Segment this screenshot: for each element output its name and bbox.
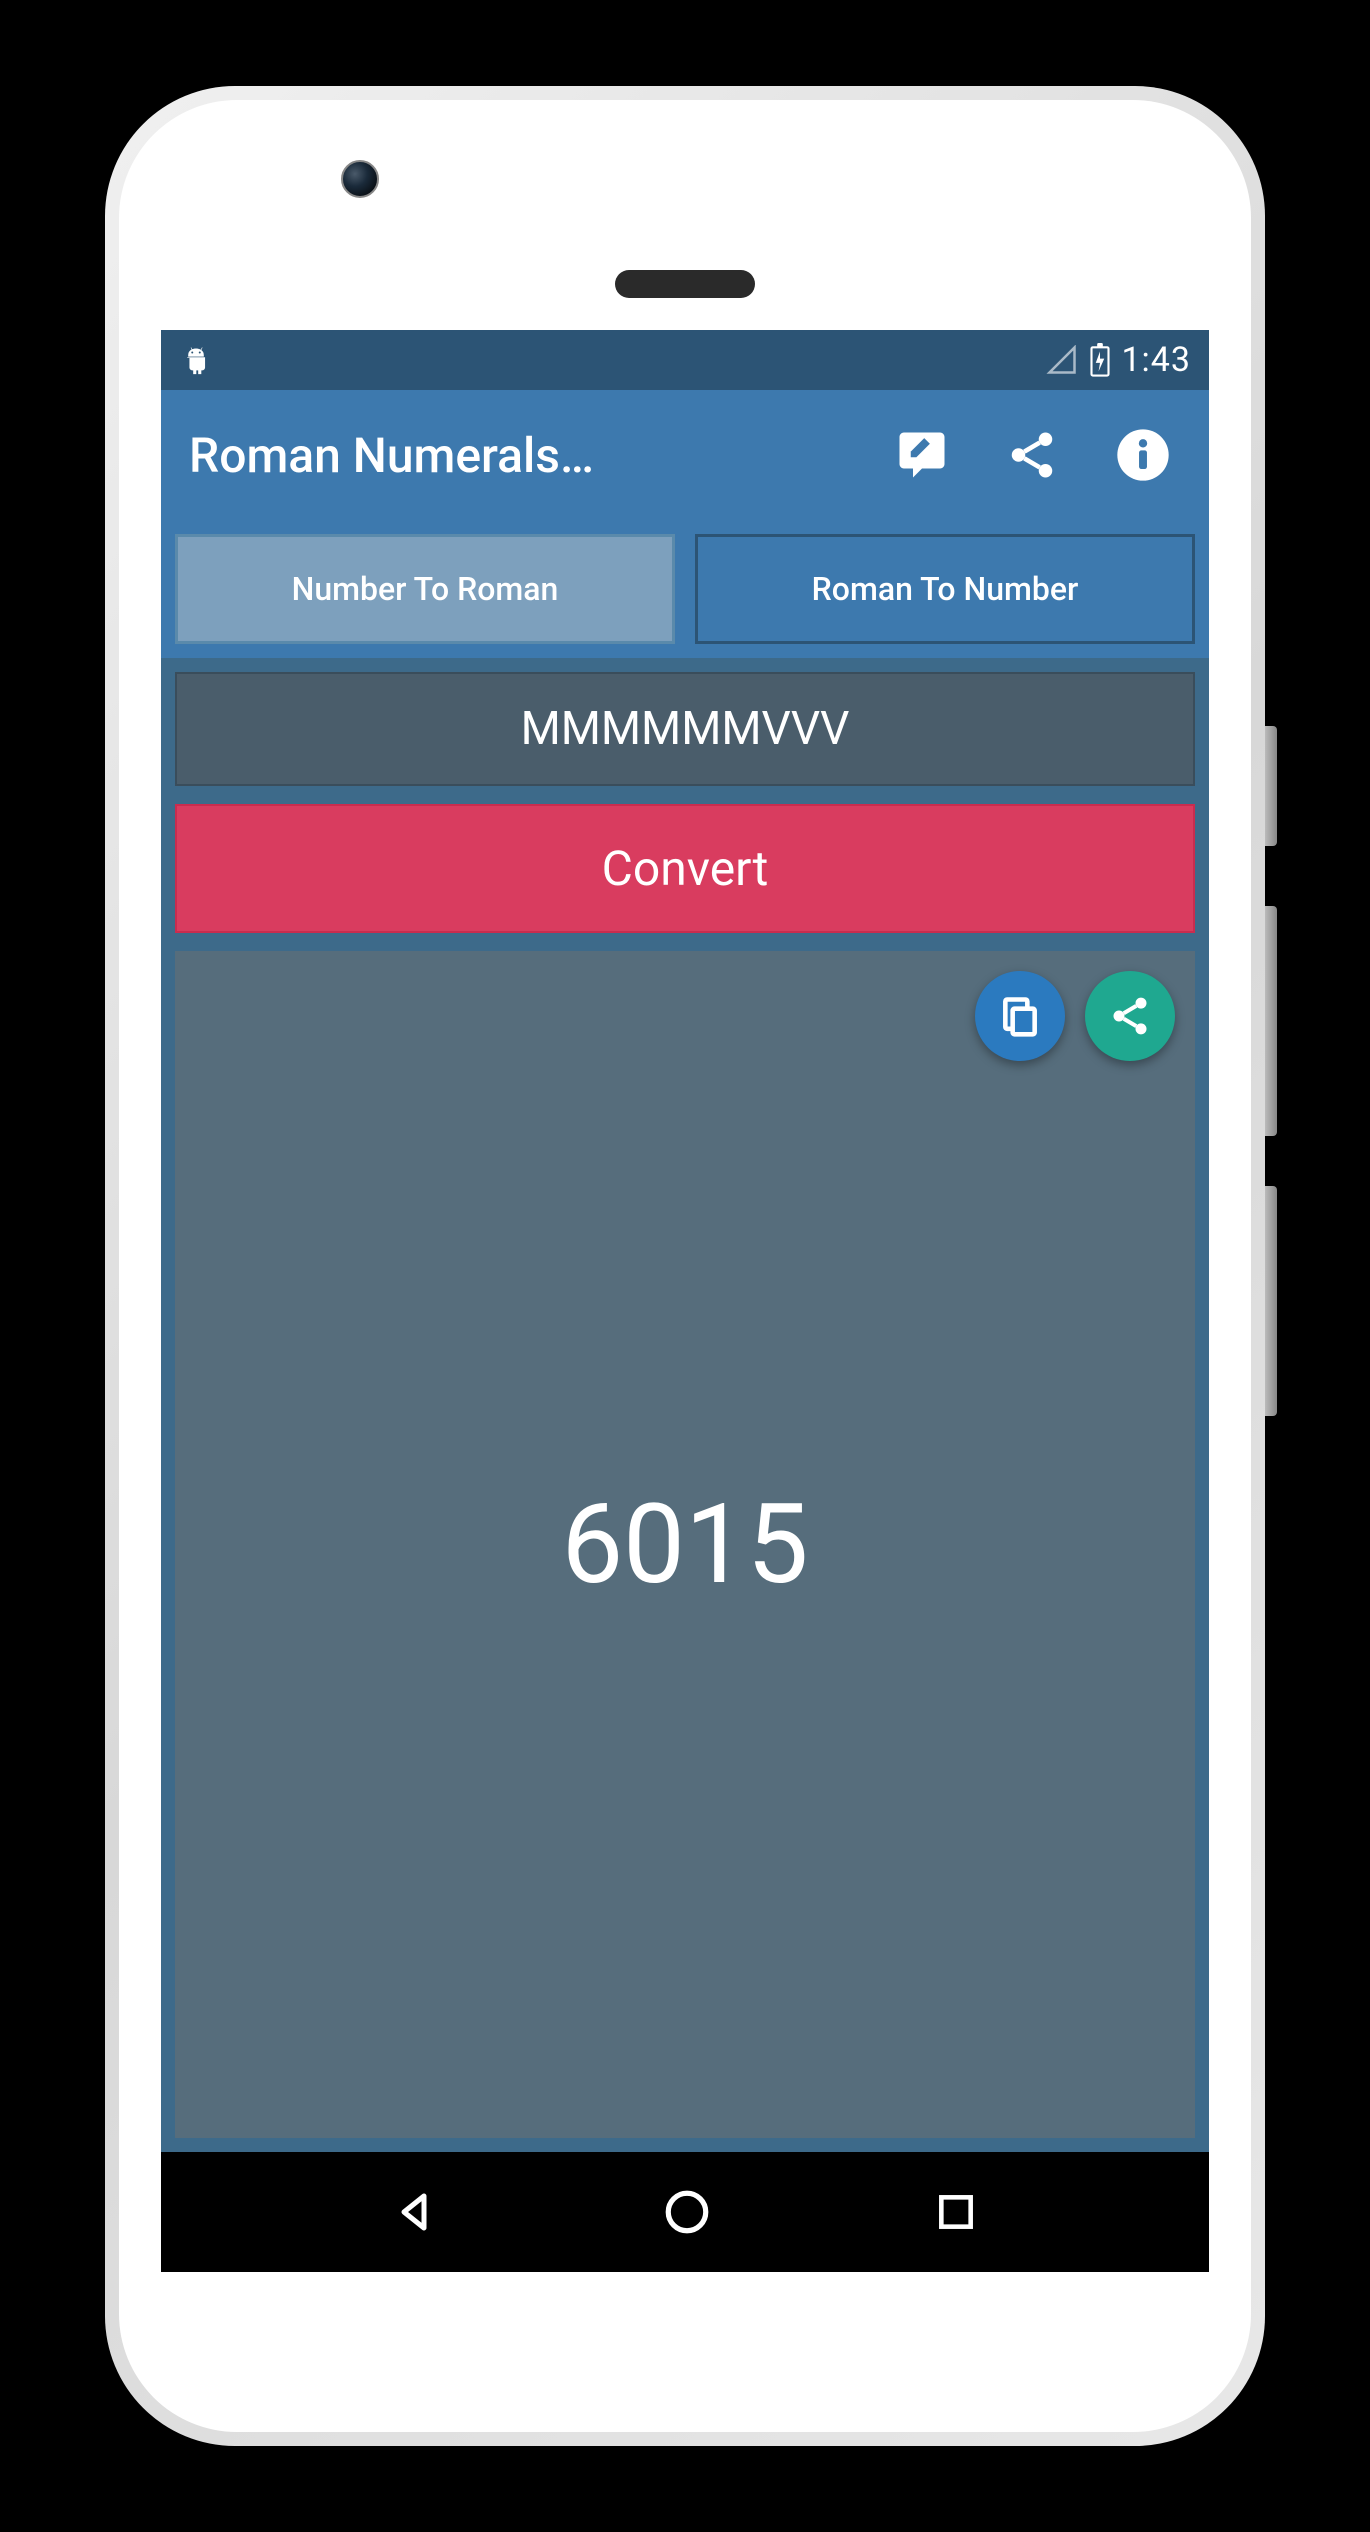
share-icon[interactable] bbox=[1005, 428, 1059, 482]
status-left bbox=[179, 345, 213, 375]
phone-volume-down bbox=[1265, 1186, 1277, 1416]
status-time: 1:43 bbox=[1121, 340, 1191, 380]
phone-speaker bbox=[615, 270, 755, 298]
app-bar: Roman Numerals… bbox=[161, 390, 1209, 520]
result-actions bbox=[975, 971, 1175, 1061]
screen: 1:43 Roman Numerals… bbox=[161, 330, 1209, 2272]
tab-number-to-roman[interactable]: Number To Roman bbox=[175, 534, 675, 644]
phone-volume-up bbox=[1265, 906, 1277, 1136]
status-bar: 1:43 bbox=[161, 330, 1209, 390]
result-value: 6015 bbox=[561, 1480, 808, 1609]
navigation-bar bbox=[161, 2152, 1209, 2272]
tab-label: Roman To Number bbox=[812, 570, 1079, 608]
share-icon bbox=[1108, 994, 1152, 1038]
share-result-button[interactable] bbox=[1085, 971, 1175, 1061]
android-icon bbox=[179, 345, 213, 375]
home-icon bbox=[662, 2187, 712, 2237]
nav-home-button[interactable] bbox=[662, 2187, 712, 2237]
input-value[interactable]: MMMMMMVVV bbox=[175, 672, 1195, 786]
back-icon bbox=[392, 2188, 440, 2236]
recents-icon bbox=[934, 2190, 978, 2234]
tab-roman-to-number[interactable]: Roman To Number bbox=[695, 534, 1195, 644]
phone-side-button bbox=[1265, 726, 1277, 846]
signal-icon bbox=[1045, 345, 1079, 375]
status-right: 1:43 bbox=[1045, 340, 1191, 380]
copy-icon bbox=[998, 994, 1042, 1038]
app-title: Roman Numerals… bbox=[189, 427, 885, 484]
nav-recents-button[interactable] bbox=[934, 2190, 978, 2234]
battery-icon bbox=[1089, 343, 1111, 377]
mode-tabs: Number To Roman Roman To Number bbox=[161, 520, 1209, 658]
phone-bezel: 1:43 Roman Numerals… bbox=[119, 100, 1251, 2432]
info-icon[interactable] bbox=[1115, 427, 1171, 483]
edit-icon[interactable] bbox=[895, 428, 949, 482]
phone-camera bbox=[341, 160, 379, 198]
content-area: MMMMMMVVV Convert bbox=[161, 658, 1209, 2152]
nav-back-button[interactable] bbox=[392, 2188, 440, 2236]
convert-button[interactable]: Convert bbox=[175, 804, 1195, 933]
phone-frame: 1:43 Roman Numerals… bbox=[105, 86, 1265, 2446]
tab-label: Number To Roman bbox=[292, 570, 559, 608]
app-bar-actions bbox=[895, 427, 1181, 483]
copy-button[interactable] bbox=[975, 971, 1065, 1061]
result-panel: 6015 bbox=[175, 951, 1195, 2138]
